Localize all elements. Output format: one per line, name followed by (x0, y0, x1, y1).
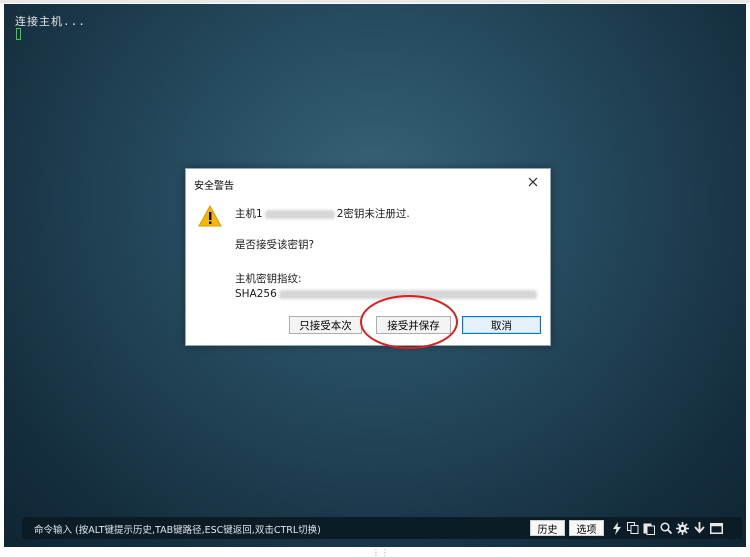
highlight-annotation (360, 295, 458, 349)
window-icon[interactable] (708, 520, 724, 536)
dialog-title: 安全警告 (194, 181, 234, 192)
host-key-message: 主机1 2密钥未注册过. (235, 206, 410, 221)
terminal-cursor (16, 28, 21, 40)
command-bar: 命令输入 (按ALT键提示历史,TAB键路径,ESC键返回,双击CTRL切换) … (22, 517, 742, 539)
redacted-host (264, 209, 335, 219)
copy-icon[interactable] (626, 520, 640, 536)
window-top-border (0, 0, 750, 3)
cancel-button[interactable]: 取消 (462, 316, 541, 334)
fingerprint-prefix: SHA256 (235, 288, 277, 300)
lightning-icon[interactable] (610, 520, 624, 536)
command-input[interactable]: 命令输入 (按ALT键提示历史,TAB键路径,ESC键返回,双击CTRL切换) (34, 522, 321, 536)
close-icon[interactable] (520, 172, 546, 192)
warning-triangle-icon (198, 204, 222, 227)
history-button[interactable]: 历史 (530, 520, 565, 536)
accept-key-question: 是否接受该密钥? (235, 239, 315, 251)
search-icon[interactable] (659, 520, 673, 536)
host-suffix: 2密钥未注册过. (336, 208, 410, 220)
fingerprint-label: 主机密钥指纹: (235, 273, 302, 285)
terminal-status-line: 连接主机... (15, 15, 86, 28)
paste-icon[interactable] (642, 520, 656, 536)
host-prefix: 主机1 (235, 208, 263, 220)
gear-icon[interactable] (675, 520, 689, 536)
arrow-down-icon[interactable] (692, 520, 706, 536)
options-button[interactable]: 选项 (569, 520, 604, 536)
accept-once-button[interactable]: 只接受本次 (289, 316, 362, 334)
